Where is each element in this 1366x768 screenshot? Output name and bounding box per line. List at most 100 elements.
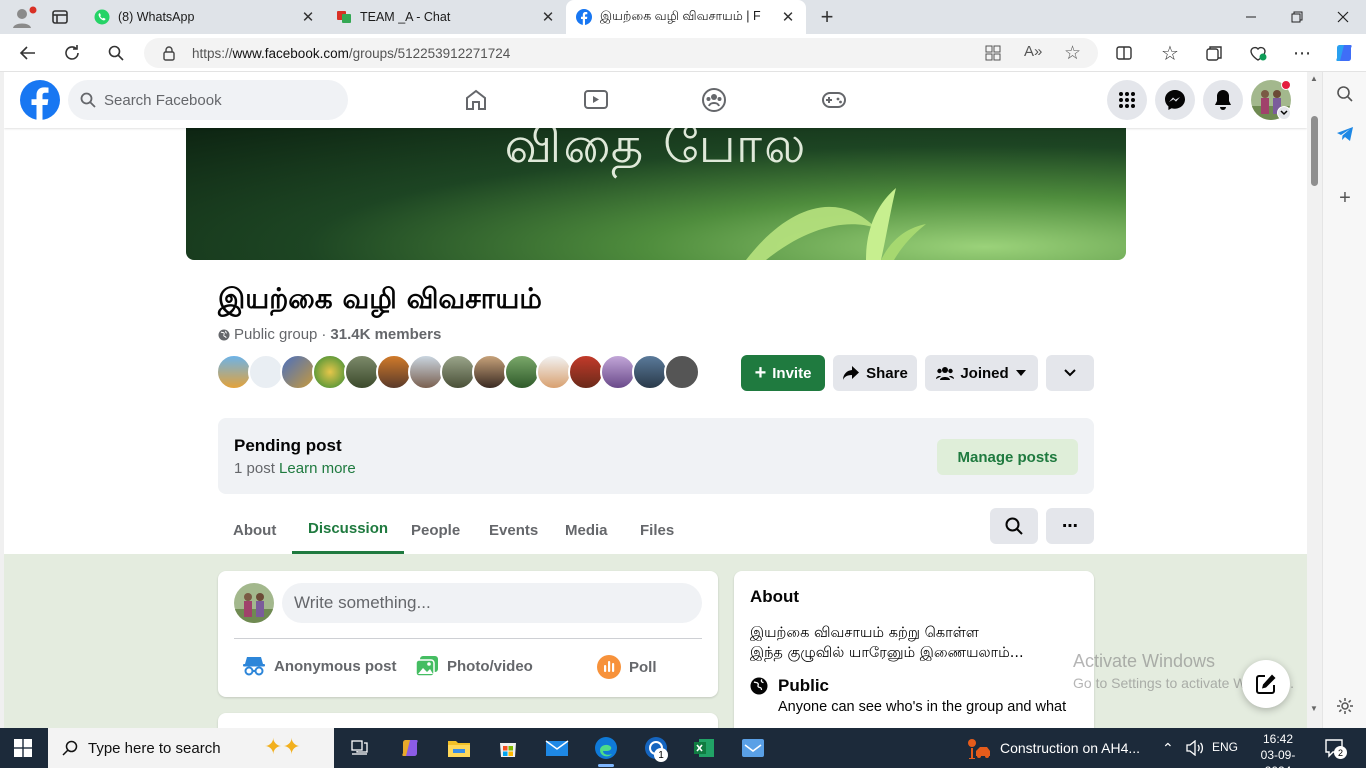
messenger-taskbar-icon[interactable]: 1 xyxy=(636,732,676,764)
language-indicator[interactable]: ENG xyxy=(1212,740,1238,754)
favorite-star-icon[interactable]: ☆ xyxy=(1064,42,1081,65)
file-explorer-icon[interactable] xyxy=(439,732,479,764)
url-field[interactable]: https://www.facebook.com/groups/51225391… xyxy=(144,38,1098,68)
construction-warning-icon[interactable] xyxy=(966,737,992,759)
tab-facebook-group[interactable]: இயற்கை வழி விவசாயம் | F ✕ xyxy=(566,0,806,34)
search-icon[interactable] xyxy=(100,37,132,69)
tab-media[interactable]: Media xyxy=(550,506,623,554)
split-screen-icon[interactable] xyxy=(1108,37,1140,69)
tab-events[interactable]: Events xyxy=(474,506,553,554)
tab-team-chat[interactable]: TEAM _A - Chat ✕ xyxy=(326,0,566,34)
group-search-button[interactable] xyxy=(990,508,1038,544)
home-icon[interactable] xyxy=(460,84,492,116)
member-avatar[interactable] xyxy=(344,354,380,390)
member-avatar[interactable] xyxy=(632,354,668,390)
member-avatar[interactable] xyxy=(248,354,284,390)
groups-icon[interactable] xyxy=(698,84,730,116)
member-count[interactable]: 31.4K members xyxy=(330,326,441,343)
member-avatar[interactable] xyxy=(664,354,700,390)
mail-icon[interactable] xyxy=(537,732,577,764)
edge-browser-icon[interactable] xyxy=(586,732,626,767)
read-aloud-icon[interactable]: A» xyxy=(1024,43,1042,60)
tab-whatsapp[interactable]: (8) WhatsApp ✕ xyxy=(84,0,326,34)
gaming-icon[interactable] xyxy=(818,84,850,116)
copilot-icon[interactable] xyxy=(390,732,430,764)
write-something-input[interactable]: Write something... xyxy=(282,583,702,623)
tab-about[interactable]: About xyxy=(218,506,291,554)
share-button[interactable]: Share xyxy=(833,355,917,391)
cover-photo[interactable]: விதை போல xyxy=(186,128,1126,260)
taskbar-search-input[interactable]: Type here to search ✦✦ xyxy=(48,728,334,768)
close-tab-icon[interactable]: ✕ xyxy=(300,8,316,26)
microsoft-store-icon[interactable] xyxy=(488,732,528,764)
member-avatar[interactable] xyxy=(280,354,316,390)
member-avatar[interactable] xyxy=(376,354,412,390)
tab-files[interactable]: Files xyxy=(625,506,689,554)
member-avatar[interactable] xyxy=(216,354,252,390)
speaker-icon[interactable] xyxy=(1186,740,1204,756)
favorites-icon[interactable]: ☆ xyxy=(1154,37,1186,69)
excel-icon[interactable] xyxy=(684,732,724,764)
tab-more-button[interactable]: ⋯ xyxy=(1046,508,1094,544)
manage-posts-button[interactable]: Manage posts xyxy=(937,439,1078,475)
lock-icon[interactable] xyxy=(162,45,176,61)
member-avatar[interactable] xyxy=(600,354,636,390)
settings-more-icon[interactable]: ⋯ xyxy=(1286,37,1318,69)
sidebar-search-icon[interactable] xyxy=(1333,82,1357,106)
clock[interactable]: 16:42 03-09-2024 xyxy=(1248,731,1308,768)
browser-essentials-icon[interactable] xyxy=(1242,37,1274,69)
profile-icon[interactable] xyxy=(8,5,40,29)
member-avatar[interactable] xyxy=(472,354,508,390)
joined-button[interactable]: Joined xyxy=(925,355,1038,391)
more-options-button[interactable] xyxy=(1046,355,1094,391)
scrollbar-thumb[interactable] xyxy=(1311,116,1318,186)
notification-center-icon[interactable]: 2 xyxy=(1324,738,1347,759)
weather-news-text[interactable]: Construction on AH4... xyxy=(1000,740,1140,756)
tab-discussion[interactable]: Discussion xyxy=(292,506,405,554)
learn-more-link[interactable]: Learn more xyxy=(279,460,356,477)
page-scrollbar[interactable]: ▲ ▼ xyxy=(1307,72,1322,728)
restore-icon[interactable] xyxy=(1274,0,1320,34)
new-tab-icon[interactable]: + xyxy=(816,4,838,29)
tab-people[interactable]: People xyxy=(396,506,475,554)
member-avatar[interactable] xyxy=(504,354,540,390)
facebook-search-input[interactable]: Search Facebook xyxy=(68,80,348,120)
sidebar-add-icon[interactable]: + xyxy=(1333,186,1357,210)
member-avatar[interactable] xyxy=(312,354,348,390)
invite-button[interactable]: + Invite xyxy=(741,355,825,391)
notifications-bell-icon[interactable] xyxy=(1203,80,1243,120)
photo-video-button[interactable]: Photo/video xyxy=(415,655,533,677)
outlook-telegram-icon[interactable] xyxy=(1333,122,1357,146)
scroll-down-icon[interactable]: ▼ xyxy=(1310,704,1318,713)
copilot-icon[interactable] xyxy=(1328,37,1360,69)
member-avatar[interactable] xyxy=(440,354,476,390)
poll-button[interactable]: Poll xyxy=(597,655,657,679)
video-icon[interactable] xyxy=(580,84,612,116)
refresh-icon[interactable] xyxy=(56,37,88,69)
collections-icon[interactable] xyxy=(1198,37,1230,69)
close-window-icon[interactable] xyxy=(1320,0,1366,34)
task-view-icon[interactable] xyxy=(340,732,380,764)
windows-start-icon[interactable] xyxy=(14,739,32,757)
scroll-up-icon[interactable]: ▲ xyxy=(1310,74,1318,83)
close-tab-icon[interactable]: ✕ xyxy=(540,8,556,26)
member-avatar[interactable] xyxy=(568,354,604,390)
menu-grid-icon[interactable] xyxy=(1107,80,1147,120)
user-avatar[interactable] xyxy=(234,583,274,623)
sidebar-settings-icon[interactable] xyxy=(1333,694,1357,718)
new-message-button[interactable] xyxy=(1242,660,1290,708)
member-avatar[interactable] xyxy=(536,354,572,390)
messenger-icon[interactable] xyxy=(1155,80,1195,120)
tab-actions-icon[interactable] xyxy=(50,8,70,26)
group-title[interactable]: இயற்கை வழி விவசாயம் xyxy=(218,282,542,319)
close-tab-icon[interactable]: ✕ xyxy=(780,8,796,26)
chevron-up-icon[interactable]: ⌃ xyxy=(1162,740,1174,757)
anonymous-post-button[interactable]: Anonymous post xyxy=(242,655,397,677)
minimize-icon[interactable] xyxy=(1228,0,1274,34)
back-icon[interactable] xyxy=(12,37,44,69)
app-available-icon[interactable] xyxy=(984,44,1002,62)
facebook-logo-icon[interactable] xyxy=(20,80,60,120)
member-avatar[interactable] xyxy=(408,354,444,390)
account-avatar[interactable] xyxy=(1251,80,1291,120)
mail-app-icon[interactable] xyxy=(733,732,773,764)
